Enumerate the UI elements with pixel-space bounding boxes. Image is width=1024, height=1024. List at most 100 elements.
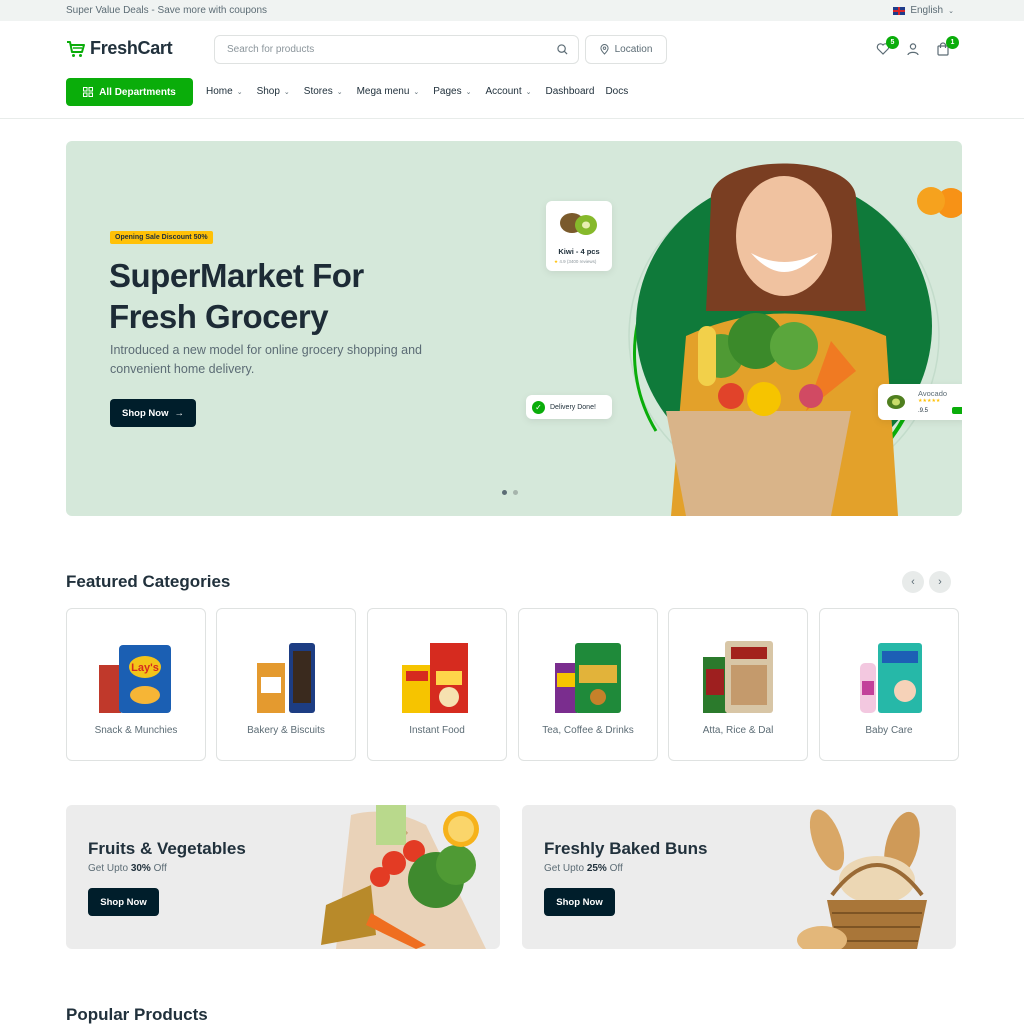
kiwi-rating-value: 4.9 — [559, 259, 566, 264]
fruits-vegetables-banner: Fruits & Vegetables Get Upto 30% Off Sho… — [66, 805, 500, 949]
kiwi-reviews: (3400 reviews) — [566, 259, 597, 264]
bread-basket-image — [797, 809, 927, 949]
tea-coffee-image — [555, 643, 621, 713]
category-card-bakery-biscuits[interactable]: Bakery & Biscuits — [216, 608, 356, 761]
promo-text: Super Value Deals - Save more with coupo… — [66, 5, 268, 16]
nav-label: Dashboard — [545, 86, 595, 97]
baby-care-image — [860, 643, 922, 713]
categories-prev-button[interactable]: ‹ — [902, 571, 924, 593]
category-card-baby-care[interactable]: Baby Care — [819, 608, 959, 761]
nav-item-docs[interactable]: Docs — [605, 86, 628, 97]
arrow-right-icon: → — [174, 407, 184, 419]
hero-shopper-image — [628, 163, 962, 516]
chevron-down-icon: ⌄ — [283, 88, 290, 96]
nav-item-dashboard[interactable]: Dashboard — [546, 86, 595, 97]
nav-label: Pages — [433, 86, 462, 97]
bakery-products-image — [257, 643, 315, 713]
nav-item-home[interactable]: Home ⌄ — [206, 86, 243, 97]
category-label: Bakery & Biscuits — [247, 725, 325, 736]
fruits-shop-now-button[interactable]: Shop Now — [88, 888, 159, 916]
nav-item-account[interactable]: Account ⌄ — [486, 86, 532, 97]
category-label: Atta, Rice & Dal — [702, 725, 774, 736]
logo[interactable]: FreshCart — [66, 38, 173, 59]
wishlist-button[interactable]: 5 — [876, 36, 899, 58]
wishlist-count-badge: 5 — [886, 36, 899, 49]
category-label: Instant Food — [409, 725, 465, 736]
location-label: Location — [614, 44, 653, 55]
kiwi-product-card[interactable]: Kiwi - 4 pcs ★ 4.9 (3400 reviews) — [546, 201, 612, 271]
cart-button[interactable]: 1 — [936, 36, 959, 58]
kiwi-image — [560, 213, 597, 235]
nav-item-stores[interactable]: Stores ⌄ — [304, 86, 343, 97]
banner-discount: 25% — [586, 863, 607, 874]
avocado-price: .9.5 — [918, 408, 929, 414]
header-divider — [0, 118, 1024, 119]
chevron-left-icon: ‹ — [911, 576, 915, 588]
avocado-product-card[interactable]: Avocado ★★★★★ .9.5 — [878, 384, 962, 420]
nav-label: Docs — [605, 86, 629, 97]
category-card-atta-rice-dal[interactable]: Atta, Rice & Dal — [668, 608, 808, 761]
location-button[interactable]: Location — [585, 35, 667, 64]
instant-food-image — [402, 643, 468, 713]
hero-shop-now-button[interactable]: Shop Now → — [110, 399, 196, 427]
all-departments-button[interactable]: All Departments — [66, 78, 193, 106]
kiwi-title: Kiwi - 4 pcs — [558, 247, 600, 256]
map-pin-icon — [599, 44, 609, 55]
check-icon: ✓ — [532, 400, 545, 414]
nav-label: Mega menu — [356, 86, 410, 97]
avocado-title: Avocado — [918, 389, 948, 398]
category-card-snack-munchies[interactable]: Lay's Snack & Munchies — [66, 608, 206, 761]
search-box — [214, 35, 579, 64]
chevron-down-icon: ⌄ — [465, 88, 472, 96]
chevron-right-icon: › — [938, 576, 942, 588]
banner-prefix: Get Upto — [544, 863, 587, 874]
svg-text:Lay's: Lay's — [131, 662, 159, 674]
nav-item-shop[interactable]: Shop ⌄ — [257, 86, 290, 97]
cart-logo-icon — [67, 40, 85, 57]
language-label: English — [910, 5, 944, 16]
search-icon[interactable] — [557, 44, 568, 55]
banner-suffix: Off — [606, 863, 623, 874]
all-departments-label: All Departments — [99, 86, 176, 98]
vegetables-bag-image — [321, 805, 486, 949]
categories-next-button[interactable]: › — [929, 571, 951, 593]
banner-prefix: Get Upto — [88, 863, 131, 874]
hero-banner: Opening Sale Discount 50% SuperMarket Fo… — [66, 141, 962, 516]
buns-shop-now-button[interactable]: Shop Now — [544, 888, 615, 916]
category-card-tea-coffee-drinks[interactable]: Tea, Coffee & Drinks — [518, 608, 658, 761]
category-card-instant-food[interactable]: Instant Food — [367, 608, 507, 761]
chevron-down-icon: ⌄ — [336, 88, 343, 96]
nav-label: Stores — [303, 86, 333, 97]
add-button[interactable] — [952, 407, 962, 414]
banner-subtitle: Get Upto 25% Off — [544, 863, 623, 874]
main-nav: Home ⌄ Shop ⌄ Stores ⌄ Mega menu ⌄ Pages ⌄ Ac… — [206, 86, 628, 97]
language-selector[interactable]: English ⌄ — [893, 5, 954, 16]
nav-label: Home — [206, 86, 233, 97]
carousel-dot-1[interactable] — [502, 490, 507, 495]
nav-label: Account — [485, 86, 522, 97]
carousel-dot-2[interactable] — [513, 490, 518, 495]
snack-products-image: Lay's — [99, 645, 171, 713]
banner-suffix: Off — [150, 863, 167, 874]
chevron-down-icon: ⌄ — [525, 88, 532, 96]
hero-title: SuperMarket For Fresh Grocery — [109, 257, 364, 335]
featured-categories-title: Featured Categories — [66, 572, 231, 591]
nav-item-pages[interactable]: Pages ⌄ — [433, 86, 471, 97]
banner-title: Fruits & Vegetables — [88, 839, 246, 858]
star-icon: ★ — [554, 259, 559, 264]
logo-text: FreshCart — [90, 38, 173, 58]
kiwi-rating: ★ 4.9 (3400 reviews) — [554, 259, 596, 265]
account-button[interactable] — [906, 42, 922, 58]
hero-subtitle: Introduced a new model for online grocer… — [110, 343, 423, 376]
baked-buns-banner: Freshly Baked Buns Get Upto 25% Off Shop… — [522, 805, 956, 949]
delivery-done-card: ✓ Delivery Done! — [526, 395, 612, 419]
search-input[interactable] — [215, 36, 535, 63]
banner-subtitle: Get Upto 30% Off — [88, 863, 167, 874]
category-label: Snack & Munchies — [94, 725, 178, 736]
delivery-text: Delivery Done! — [550, 403, 596, 411]
nav-item-mega-menu[interactable]: Mega menu ⌄ — [357, 86, 420, 97]
grid-icon — [83, 87, 94, 97]
top-promo-bar: Super Value Deals - Save more with coupo… — [0, 0, 1024, 21]
hero-button-label: Shop Now — [122, 407, 169, 419]
popular-products-title: Popular Products — [66, 1005, 208, 1024]
